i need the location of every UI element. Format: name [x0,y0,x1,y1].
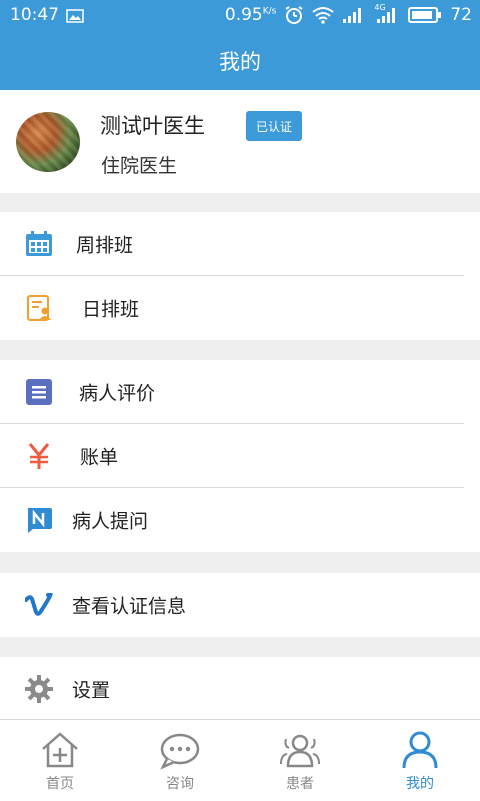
page-title: 我的 [219,50,261,74]
menu-item-patient-reviews[interactable]: 病人评价 [0,360,480,424]
bottom-tab-bar: 首页 咨询 患者 我的 [0,719,480,801]
menu-group-settings: 设置 [0,657,480,721]
tab-home[interactable]: 首页 [0,720,120,801]
menu-item-label: 设置 [72,679,111,702]
tab-mine[interactable]: 我的 [360,720,480,801]
signal-icon [343,8,362,23]
network-type-signal: 4G [374,3,400,24]
tab-label: 我的 [406,776,434,792]
menu-item-label: 日排班 [82,298,140,321]
schedule-doc-icon [24,293,54,323]
signal-4g-icon [377,8,396,23]
list-icon [24,377,54,407]
menu-item-bills[interactable]: 账单 [0,424,480,488]
image-notification-icon [66,9,84,23]
tab-label: 首页 [46,776,74,792]
status-bar: 10:47 0.95K/s 4G 72 [0,0,480,32]
patients-icon [280,734,320,768]
title-bar: 我的 [0,32,480,90]
battery-level: 72 [450,5,472,25]
menu-group-patients: 病人评价 账单 病人提问 [0,360,480,552]
status-time: 10:47 [10,5,59,25]
person-icon [402,731,438,769]
menu-group-schedule: 周排班 日排班 [0,212,480,340]
tab-label: 咨询 [166,776,194,792]
vimeo-v-icon [24,590,54,620]
avatar[interactable] [16,112,80,172]
n-chat-icon [24,505,54,535]
menu-item-daily-schedule[interactable]: 日排班 [0,276,480,340]
tab-consult[interactable]: 咨询 [120,720,240,801]
menu-item-label: 病人提问 [72,510,149,533]
menu-item-label: 病人评价 [79,382,156,405]
menu-item-label: 周排班 [76,234,134,257]
wifi-icon [312,7,334,24]
menu-item-settings[interactable]: 设置 [0,657,480,721]
menu-group-certification: 查看认证信息 [0,573,480,637]
calendar-icon [24,229,54,259]
menu-item-label: 查看认证信息 [72,595,187,618]
network-speed: 0.95K/s [224,5,277,25]
alarm-icon [285,6,303,24]
doctor-name: 测试叶医生 [100,114,205,138]
menu-item-view-certification[interactable]: 查看认证信息 [0,573,480,637]
profile-card[interactable]: 测试叶医生 已认证 住院医生 [0,90,480,193]
menu-item-patient-questions[interactable]: 病人提问 [0,488,480,552]
home-icon [42,732,78,768]
verified-badge: 已认证 [246,111,302,141]
battery-icon [408,7,442,23]
menu-item-weekly-schedule[interactable]: 周排班 [0,212,480,276]
tab-label: 患者 [286,776,314,792]
doctor-role: 住院医生 [101,155,178,177]
gear-icon [24,674,54,704]
menu-item-label: 账单 [80,446,119,469]
tab-patients[interactable]: 患者 [240,720,360,801]
yen-icon [24,441,54,471]
chat-bubble-icon [160,733,200,770]
